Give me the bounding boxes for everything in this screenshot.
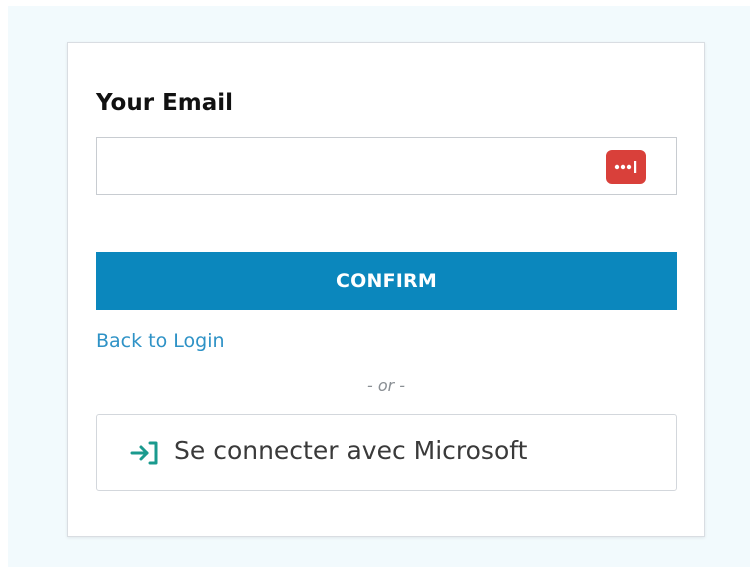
login-arrow-icon	[130, 441, 158, 465]
microsoft-login-label: Se connecter avec Microsoft	[174, 436, 528, 465]
email-field-wrapper	[96, 137, 677, 195]
login-card: Your Email CONFIRM Back to Login - or - …	[67, 42, 705, 537]
or-divider: - or -	[366, 376, 406, 395]
confirm-button[interactable]: CONFIRM	[96, 252, 677, 310]
back-to-login-link[interactable]: Back to Login	[96, 330, 225, 352]
password-manager-icon[interactable]	[606, 150, 646, 184]
email-label: Your Email	[96, 90, 234, 116]
microsoft-login-button[interactable]: Se connecter avec Microsoft	[96, 414, 677, 491]
email-input[interactable]	[97, 138, 621, 194]
